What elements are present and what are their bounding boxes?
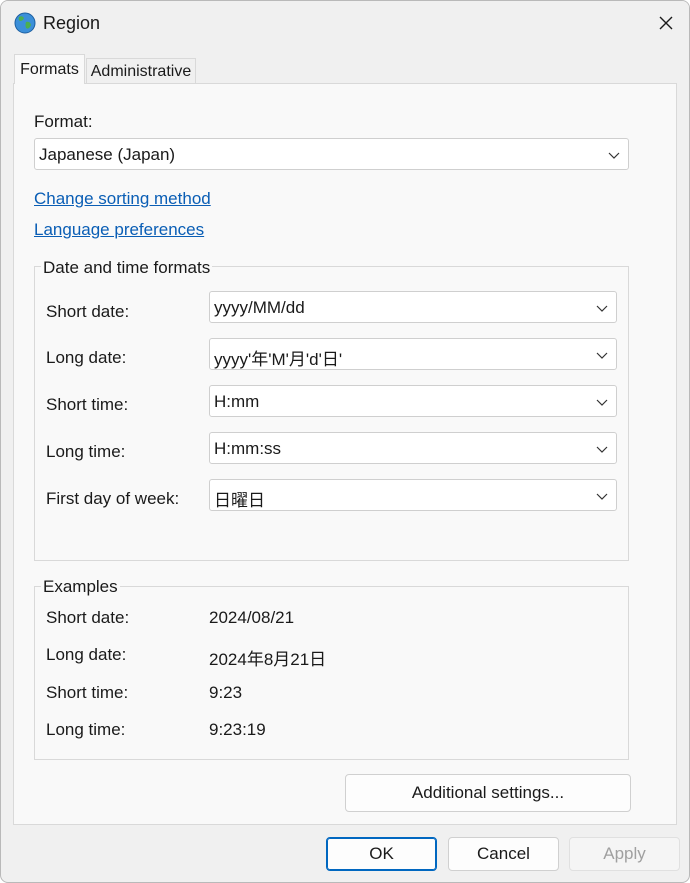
long-time-value: H:mm:ss (214, 439, 282, 458)
long-date-value: yyyy'年'M'月'd'日' (214, 350, 343, 369)
change-sorting-method-link[interactable]: Change sorting method (34, 189, 211, 209)
additional-settings-button[interactable]: Additional settings... (345, 774, 631, 812)
close-icon (659, 16, 673, 30)
short-date-value: yyyy/MM/dd (214, 298, 305, 317)
short-time-value: H:mm (214, 392, 260, 411)
formats-panel: Format: Japanese (Japan) Change sorting … (13, 83, 677, 825)
chevron-down-icon (596, 493, 608, 500)
chevron-down-icon (596, 352, 608, 359)
tab-formats[interactable]: Formats (14, 54, 85, 84)
example-short-time-value: 9:23 (209, 683, 243, 702)
example-short-date-label: Short date: (46, 608, 130, 627)
example-long-time-value: 9:23:19 (209, 720, 266, 739)
chevron-down-icon (596, 305, 608, 312)
example-long-date-label: Long date: (46, 645, 127, 664)
short-date-dropdown[interactable]: yyyy/MM/dd (209, 291, 617, 323)
short-date-label: Short date: (46, 302, 130, 321)
example-long-time-label: Long time: (46, 720, 126, 739)
region-dialog: Region Formats Administrative Format: Ja… (0, 0, 690, 883)
long-time-dropdown[interactable]: H:mm:ss (209, 432, 617, 464)
date-time-formats-title: Date and time formats (41, 258, 213, 278)
close-button[interactable] (643, 1, 689, 45)
examples-title: Examples (41, 577, 120, 597)
ok-button[interactable]: OK (326, 837, 437, 871)
apply-button[interactable]: Apply (569, 837, 680, 871)
cancel-button[interactable]: Cancel (448, 837, 559, 871)
long-time-label: Long time: (46, 442, 126, 461)
format-value: Japanese (Japan) (39, 145, 176, 164)
format-dropdown[interactable]: Japanese (Japan) (34, 138, 629, 170)
long-date-dropdown[interactable]: yyyy'年'M'月'd'日' (209, 338, 617, 370)
first-day-of-week-value: 日曜日 (214, 491, 265, 510)
language-preferences-link[interactable]: Language preferences (34, 220, 204, 240)
example-short-time-label: Short time: (46, 683, 129, 702)
tab-administrative[interactable]: Administrative (86, 58, 196, 84)
chevron-down-icon (596, 446, 608, 453)
example-long-date-value: 2024年8月21日 (209, 650, 327, 669)
globe-icon (13, 11, 37, 35)
short-time-label: Short time: (46, 395, 129, 414)
long-date-label: Long date: (46, 348, 127, 367)
first-day-of-week-label: First day of week: (46, 489, 180, 508)
example-short-date-value: 2024/08/21 (209, 608, 295, 627)
short-time-dropdown[interactable]: H:mm (209, 385, 617, 417)
first-day-of-week-dropdown[interactable]: 日曜日 (209, 479, 617, 511)
chevron-down-icon (608, 152, 620, 159)
chevron-down-icon (596, 399, 608, 406)
window-title: Region (43, 13, 101, 33)
title-bar[interactable]: Region (1, 1, 689, 45)
format-label: Format: (34, 112, 93, 131)
